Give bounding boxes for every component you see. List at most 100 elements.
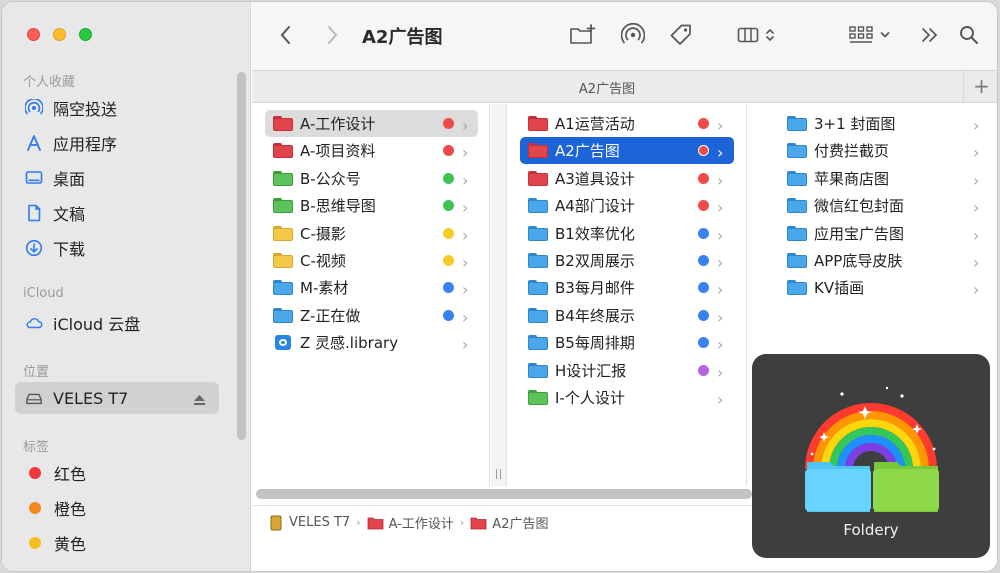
icloud-header: iCloud xyxy=(23,286,64,301)
minimize-window-button[interactable] xyxy=(53,28,66,41)
path-segment-drive[interactable]: VELES T7 xyxy=(268,515,350,531)
list-item[interactable]: B4年终展示 › xyxy=(520,302,734,329)
sidebar-item-veles-t7[interactable]: VELES T7 xyxy=(15,382,219,414)
new-folder-button[interactable] xyxy=(568,22,598,48)
folder-icon xyxy=(273,253,293,268)
list-item[interactable]: Z-正在做 › xyxy=(265,302,478,329)
list-item[interactable]: A-工作设计 › xyxy=(265,110,478,137)
tag-color-dot xyxy=(698,282,709,294)
sidebar-item-downloads[interactable]: 下载 xyxy=(15,232,219,264)
sidebar-item-label: iCloud 云盘 xyxy=(53,315,141,334)
new-tab-button[interactable]: + xyxy=(963,71,997,102)
list-item[interactable]: 微信红包封面 › xyxy=(779,192,989,219)
path-segment-label: VELES T7 xyxy=(289,515,351,530)
chevron-right-icon: › xyxy=(717,362,724,382)
list-item[interactable]: APP底导皮肤 › xyxy=(779,247,989,274)
new-folder-icon xyxy=(570,24,596,44)
tag-button[interactable] xyxy=(666,22,696,48)
group-icon xyxy=(848,26,873,43)
tag-color-dot xyxy=(29,537,41,549)
list-item[interactable]: A4部门设计 › xyxy=(520,192,734,219)
chevron-right-icon: › xyxy=(462,335,469,355)
airdrop-button[interactable] xyxy=(618,22,648,48)
list-item[interactable]: B1效率优化 › xyxy=(520,220,734,247)
folder-icon xyxy=(528,170,548,186)
desktop-icon xyxy=(25,169,43,187)
folder-icon xyxy=(787,116,807,131)
download-icon xyxy=(25,239,43,257)
chevron-right-icon: › xyxy=(462,225,469,245)
sidebar-item-airdrop[interactable]: 隔空投送 xyxy=(15,92,219,124)
list-item[interactable]: C-视频 › xyxy=(265,247,478,274)
sidebar-item-desktop[interactable]: 桌面 xyxy=(15,162,219,194)
path-segment-folder[interactable]: A-工作设计 xyxy=(367,513,454,532)
sidebar-scrollbar[interactable] xyxy=(237,72,246,440)
folder-icon xyxy=(528,362,548,378)
list-item[interactable]: C-摄影 › xyxy=(265,220,478,247)
tag-color-dot xyxy=(443,118,454,129)
list-item[interactable]: B-思维导图 › xyxy=(265,192,478,219)
list-item[interactable]: B3每月邮件 › xyxy=(520,274,734,301)
list-item[interactable]: 苹果商店图 › xyxy=(779,165,989,192)
list-item[interactable]: A3道具设计 › xyxy=(520,165,734,192)
list-item[interactable]: M-素材 › xyxy=(265,274,478,301)
sidebar-item-documents[interactable]: 文稿 xyxy=(15,197,219,229)
list-item[interactable]: 付费拦截页 › xyxy=(779,137,989,164)
back-button[interactable] xyxy=(276,22,296,48)
sidebar-item-applications[interactable]: 应用程序 xyxy=(15,127,219,159)
sidebar-item-icloud-drive[interactable]: iCloud 云盘 xyxy=(15,307,219,339)
tab-title[interactable]: A2广告图 xyxy=(252,78,962,97)
folder-icon xyxy=(528,198,548,214)
more-button[interactable] xyxy=(918,22,942,48)
list-item[interactable]: A-项目资料 › xyxy=(265,137,478,164)
list-item[interactable]: H设计汇报 › xyxy=(520,357,734,384)
toolbar: A2广告图 xyxy=(252,2,997,70)
folder-icon xyxy=(787,170,807,186)
list-item-label: B3每月邮件 xyxy=(555,279,635,298)
close-window-button[interactable] xyxy=(27,28,40,41)
folder-icon xyxy=(273,280,293,296)
search-button[interactable] xyxy=(956,22,982,48)
view-options-button[interactable] xyxy=(732,22,780,48)
list-item[interactable]: B-公众号 › xyxy=(265,165,478,192)
chevron-right-icon: › xyxy=(717,225,724,245)
forward-button[interactable] xyxy=(322,22,342,48)
chevron-right-icon: › xyxy=(462,280,469,300)
folder-icon xyxy=(273,143,293,159)
folder-icon xyxy=(528,307,548,323)
list-item-label: M-素材 xyxy=(300,279,349,298)
list-item[interactable]: 3+1 封面图 › xyxy=(779,110,989,137)
column-view-icon xyxy=(737,27,759,43)
chevron-right-icon: › xyxy=(717,280,724,300)
foldery-app-overlay[interactable]: Foldery xyxy=(752,354,990,558)
sidebar-item-tag-orange[interactable]: 橙色 xyxy=(15,492,219,524)
sidebar-item-tag-yellow[interactable]: 黄色 xyxy=(15,527,219,559)
list-item-label: A1运营活动 xyxy=(555,115,635,133)
chevron-right-icon: › xyxy=(717,143,724,163)
list-item[interactable]: A2广告图 › xyxy=(520,137,734,165)
folder-icon xyxy=(528,116,548,131)
horizontal-scrollbar[interactable] xyxy=(256,489,752,499)
list-item[interactable]: I-个人设计 › xyxy=(520,384,734,411)
tag-icon xyxy=(670,24,691,45)
eject-icon[interactable] xyxy=(193,391,206,410)
list-item[interactable]: KV插画 › xyxy=(779,274,989,301)
list-item[interactable]: B5每周排期 › xyxy=(520,329,734,356)
zoom-window-button[interactable] xyxy=(79,28,92,41)
list-item[interactable]: B2双周展示 › xyxy=(520,247,734,274)
list-item[interactable]: 应用宝广告图 › xyxy=(779,220,989,247)
list-item-label: 应用宝广告图 xyxy=(814,224,905,243)
column-resize-handle[interactable] xyxy=(491,104,507,486)
list-item[interactable]: A1运营活动 › xyxy=(520,110,734,137)
path-segment-folder[interactable]: A2广告图 xyxy=(470,513,548,532)
list-item-label: A-工作设计 xyxy=(300,115,376,133)
chevron-right-icon: › xyxy=(459,516,465,529)
drive-icon xyxy=(25,389,43,407)
sidebar-item-tag-red[interactable]: 红色 xyxy=(15,457,219,489)
chevron-right-icon: › xyxy=(973,170,980,190)
sidebar-item-label: 红色 xyxy=(54,465,87,484)
airdrop-icon xyxy=(621,23,645,44)
list-item[interactable]: Z 灵感.library › xyxy=(265,329,478,356)
folder-icon xyxy=(787,253,807,268)
group-button[interactable] xyxy=(844,22,894,48)
